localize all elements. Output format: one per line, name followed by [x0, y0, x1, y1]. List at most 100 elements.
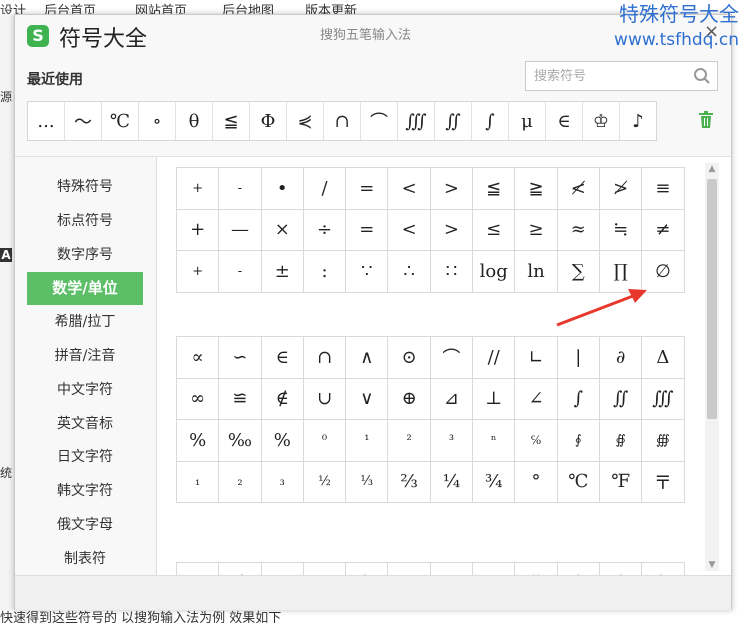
- symbol-cell[interactable]: ∈: [261, 337, 304, 379]
- symbol-cell[interactable]: ≮: [557, 168, 600, 210]
- symbol-cell[interactable]: ¼: [430, 461, 474, 503]
- category-item[interactable]: 英文音标: [27, 408, 143, 441]
- category-item[interactable]: 日文字符: [27, 441, 143, 474]
- recent-symbol-button[interactable]: ⋞: [287, 102, 324, 140]
- symbol-cell[interactable]: 〒: [642, 461, 685, 503]
- symbol-cell[interactable]: ∨: [346, 378, 389, 420]
- symbol-cell[interactable]: ∑: [557, 251, 600, 293]
- symbol-cell[interactable]: ½: [303, 461, 347, 503]
- symbol-cell[interactable]: +: [177, 209, 220, 251]
- symbol-cell[interactable]: ≌: [219, 378, 262, 420]
- scroll-down-icon[interactable]: ▼: [705, 559, 719, 571]
- symbol-cell[interactable]: ×: [261, 209, 304, 251]
- recent-symbol-button[interactable]: ∩: [324, 102, 361, 140]
- symbol-cell[interactable]: ˘: [304, 563, 347, 575]
- recent-symbol-button[interactable]: ♪: [620, 102, 656, 140]
- symbol-cell[interactable]: ⊕: [388, 378, 431, 420]
- symbol-cell[interactable]: ‰: [219, 420, 262, 462]
- symbol-cell[interactable]: =: [346, 168, 389, 210]
- symbol-cell[interactable]: ˆ: [600, 563, 643, 575]
- symbol-cell[interactable]: -: [219, 168, 262, 210]
- symbol-cell[interactable]: ∞: [177, 378, 220, 420]
- symbol-cell[interactable]: ₂: [219, 461, 262, 503]
- symbol-cell[interactable]: /: [303, 168, 347, 210]
- symbol-cell[interactable]: •: [261, 168, 304, 210]
- recent-symbol-button[interactable]: ∈: [546, 102, 583, 140]
- recent-symbol-button[interactable]: ℃: [102, 102, 139, 140]
- category-item[interactable]: 标点符号: [27, 205, 143, 238]
- category-item[interactable]: 俄文字母: [27, 509, 143, 542]
- symbol-cell[interactable]: >: [430, 209, 474, 251]
- symbol-cell[interactable]: +: [177, 251, 220, 293]
- symbol-cell[interactable]: ℃: [557, 461, 600, 503]
- recent-symbol-button[interactable]: Φ: [250, 102, 287, 140]
- symbol-cell[interactable]: —: [219, 209, 262, 251]
- recent-symbol-button[interactable]: ≦: [213, 102, 250, 140]
- symbol-cell[interactable]: °: [515, 461, 558, 503]
- recent-symbol-button[interactable]: θ: [176, 102, 213, 140]
- symbol-cell[interactable]: ∏: [599, 251, 643, 293]
- symbol-cell[interactable]: ⅓: [346, 461, 389, 503]
- symbol-cell[interactable]: ³: [430, 420, 474, 462]
- symbol-cell[interactable]: ⌒: [430, 337, 474, 379]
- symbol-cell[interactable]: ∅: [642, 251, 685, 293]
- symbol-cell[interactable]: ≠: [642, 209, 685, 251]
- symbol-cell[interactable]: ≧: [515, 168, 558, 210]
- symbol-cell[interactable]: ∽: [219, 337, 262, 379]
- symbol-cell[interactable]: ₁: [177, 461, 220, 503]
- symbol-cell[interactable]: ⁿ: [473, 420, 516, 462]
- symbol-cell[interactable]: ≯: [599, 168, 643, 210]
- symbol-cell[interactable]: ·: [177, 563, 220, 575]
- symbol-cell[interactable]: ℅: [515, 420, 558, 462]
- symbol-cell[interactable]: ∵: [346, 251, 389, 293]
- symbol-cell[interactable]: log: [473, 251, 516, 293]
- symbol-cell[interactable]: //: [473, 337, 516, 379]
- recent-symbol-button[interactable]: ...: [28, 102, 65, 140]
- symbol-cell[interactable]: ∫: [557, 378, 600, 420]
- symbol-cell[interactable]: ∪: [303, 378, 347, 420]
- symbol-cell[interactable]: ℉: [599, 461, 643, 503]
- symbol-cell[interactable]: ∧: [346, 337, 389, 379]
- category-item[interactable]: 制表符: [27, 543, 143, 576]
- symbol-cell[interactable]: =: [346, 209, 389, 251]
- symbol-cell[interactable]: ≤: [473, 209, 516, 251]
- symbol-cell[interactable]: >: [430, 168, 474, 210]
- category-item[interactable]: 数字序号: [27, 239, 143, 272]
- symbol-cell[interactable]: ≈: [557, 209, 600, 251]
- symbol-cell[interactable]: ≡: [642, 168, 685, 210]
- category-item[interactable]: 拼音/注音: [27, 340, 143, 373]
- category-item[interactable]: 特殊符号: [27, 171, 143, 204]
- recent-symbol-button[interactable]: ⌒: [361, 102, 398, 140]
- symbol-cell[interactable]: ‘: [431, 563, 474, 575]
- recent-symbol-button[interactable]: ～: [65, 102, 102, 140]
- scrollbar[interactable]: ▲ ▼: [705, 163, 719, 571]
- symbol-cell[interactable]: |: [557, 337, 600, 379]
- symbol-cell[interactable]: ∮: [557, 420, 600, 462]
- search-box[interactable]: [525, 61, 718, 91]
- recent-symbol-button[interactable]: ∭: [398, 102, 435, 140]
- symbol-cell[interactable]: ⊙: [388, 337, 431, 379]
- search-input[interactable]: [526, 62, 692, 90]
- scrollbar-thumb[interactable]: [707, 179, 717, 419]
- symbol-cell[interactable]: <: [388, 209, 431, 251]
- symbol-cell[interactable]: ∂: [599, 337, 643, 379]
- category-item[interactable]: 韩文字符: [27, 475, 143, 508]
- symbol-cell[interactable]: ₃: [261, 461, 304, 503]
- symbol-cell[interactable]: ln: [515, 251, 558, 293]
- trash-icon[interactable]: [698, 111, 714, 129]
- symbol-cell[interactable]: Δ: [642, 337, 685, 379]
- symbol-cell[interactable]: ∉: [261, 378, 304, 420]
- symbol-cell[interactable]: ¾: [473, 461, 516, 503]
- symbol-cell[interactable]: ∠: [515, 378, 558, 420]
- symbol-cell[interactable]: ÷: [303, 209, 347, 251]
- symbol-cell[interactable]: ˊ: [219, 563, 262, 575]
- symbol-cell[interactable]: ∝: [177, 337, 220, 379]
- recent-symbol-button[interactable]: ∫: [472, 102, 509, 140]
- symbol-cell[interactable]: ': [388, 563, 431, 575]
- symbol-cell[interactable]: :: [303, 251, 347, 293]
- recent-symbol-button[interactable]: ∘: [139, 102, 176, 140]
- symbol-cell[interactable]: ∬: [599, 378, 643, 420]
- recent-symbol-button[interactable]: μ: [509, 102, 546, 140]
- symbol-cell[interactable]: +: [177, 168, 220, 210]
- symbol-cell[interactable]: ∟: [515, 337, 558, 379]
